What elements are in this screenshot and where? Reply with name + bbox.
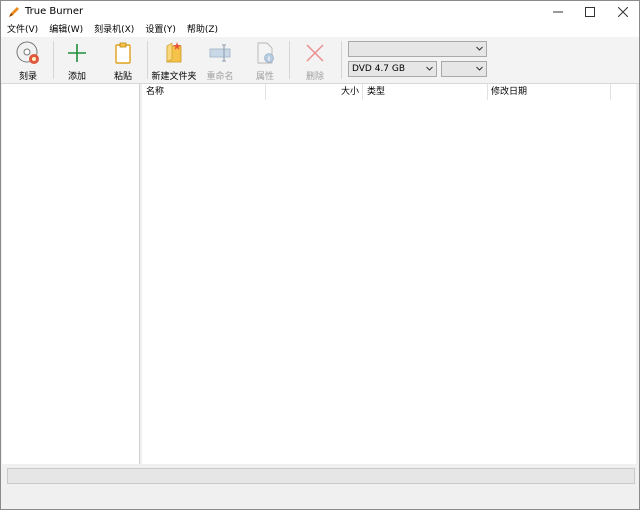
chevron-down-icon bbox=[476, 46, 483, 51]
delete-label: 删除 bbox=[305, 72, 324, 82]
rename-label: 重命名 bbox=[206, 72, 234, 82]
menu-edit[interactable]: 编辑(W) bbox=[43, 23, 88, 37]
burn-label: 刻录 bbox=[18, 72, 37, 82]
column-header-size[interactable]: 大小 bbox=[266, 84, 363, 100]
chevron-down-icon bbox=[426, 66, 433, 71]
menu-bar: 文件(V) 编辑(W) 刻录机(X) 设置(Y) 帮助(Z) bbox=[1, 23, 639, 37]
new-folder-label: 新建文件夹 bbox=[151, 72, 197, 82]
write-speed-select[interactable] bbox=[441, 61, 487, 77]
new-folder-icon bbox=[161, 40, 187, 66]
close-icon bbox=[618, 7, 628, 17]
rename-button[interactable]: 重命名 bbox=[203, 39, 237, 82]
disc-type-value: DVD 4.7 GB bbox=[352, 64, 406, 74]
folder-tree[interactable] bbox=[2, 84, 140, 464]
menu-settings[interactable]: 设置(Y) bbox=[139, 23, 181, 37]
pen-app-icon bbox=[7, 5, 21, 19]
plus-icon bbox=[64, 40, 90, 66]
clipboard-icon bbox=[110, 40, 136, 66]
disc-type-select[interactable]: DVD 4.7 GB bbox=[348, 61, 437, 77]
rename-icon bbox=[207, 40, 233, 66]
delete-x-icon bbox=[302, 40, 328, 66]
app-window: True Burner 文件(V) 编辑(W) 刻录机(X) 设置(Y) 帮助(… bbox=[0, 0, 640, 510]
minimize-icon bbox=[553, 11, 563, 13]
file-list[interactable]: 名称 大小 类型 修改日期 bbox=[142, 84, 636, 464]
column-header-type[interactable]: 类型 bbox=[363, 84, 488, 100]
capacity-bar bbox=[7, 468, 635, 484]
add-button[interactable]: 添加 bbox=[61, 39, 93, 82]
properties-button[interactable]: 属性 bbox=[251, 39, 279, 82]
column-header-modified[interactable]: 修改日期 bbox=[488, 84, 611, 100]
column-header-name[interactable]: 名称 bbox=[142, 84, 266, 100]
toolbar: 刻录 添加 粘贴 新建文件夹 重命名 属性 删除 DVD 4.7 GB bbox=[1, 37, 639, 84]
menu-file[interactable]: 文件(V) bbox=[1, 23, 43, 37]
drive-select[interactable] bbox=[348, 41, 487, 57]
add-label: 添加 bbox=[67, 72, 86, 82]
close-button[interactable] bbox=[607, 1, 639, 23]
maximize-icon bbox=[585, 7, 595, 17]
toolbar-divider bbox=[53, 41, 54, 79]
new-folder-button[interactable]: 新建文件夹 bbox=[151, 39, 197, 82]
properties-label: 属性 bbox=[255, 72, 274, 82]
chevron-down-icon bbox=[476, 66, 483, 71]
toolbar-divider bbox=[341, 41, 342, 79]
maximize-button[interactable] bbox=[574, 1, 606, 23]
menu-help[interactable]: 帮助(Z) bbox=[181, 23, 223, 37]
disc-burn-icon bbox=[15, 40, 41, 66]
toolbar-divider bbox=[147, 41, 148, 79]
burn-button[interactable]: 刻录 bbox=[11, 39, 45, 82]
paste-button[interactable]: 粘贴 bbox=[107, 39, 139, 82]
title-bar: True Burner bbox=[1, 1, 639, 23]
delete-button[interactable]: 删除 bbox=[299, 39, 331, 82]
menu-burner[interactable]: 刻录机(X) bbox=[88, 23, 139, 37]
file-info-icon bbox=[252, 40, 278, 66]
paste-label: 粘贴 bbox=[113, 72, 132, 82]
toolbar-divider bbox=[289, 41, 290, 79]
minimize-button[interactable] bbox=[542, 1, 574, 23]
window-title: True Burner bbox=[25, 6, 84, 17]
